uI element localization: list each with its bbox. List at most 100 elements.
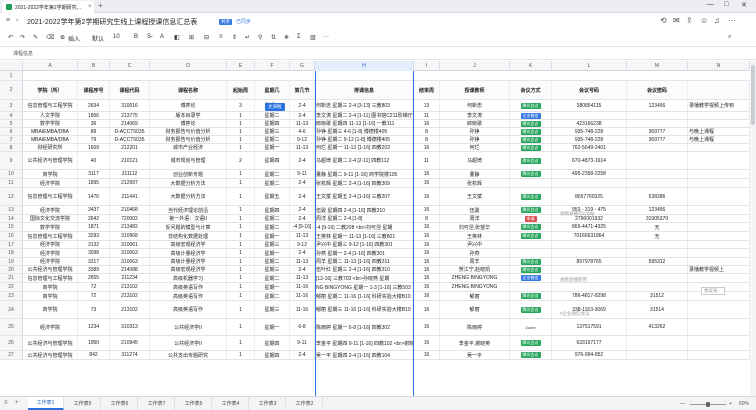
- cell-sched[interactable]: [12-16] 三教703 <br>孙晓燕 星期: [315, 274, 414, 282]
- column-header-d[interactable]: D: [150, 61, 227, 71]
- redo-icon[interactable]: ↷: [20, 34, 25, 41]
- cell-name[interactable]: 当代经济理论前沿: [150, 206, 227, 214]
- cell-start[interactable]: 1: [227, 232, 255, 240]
- cell-day[interactable]: 星期二: [255, 179, 290, 187]
- row-number[interactable]: 14: [0, 215, 23, 222]
- cell-end[interactable]: 16: [414, 351, 440, 359]
- table-row[interactable]: 15 数学学院 1871 213482 反问题的模型与计算 1 星期二 -4 [9-16] -4…: [0, 223, 750, 232]
- column-heading-end-week[interactable]: 结束周: [414, 81, 440, 99]
- cell-teacher[interactable]: 王英林: [440, 232, 510, 240]
- zoom-level[interactable]: 60%: [739, 401, 749, 407]
- cell-name[interactable]: 大数据分析方法: [150, 188, 227, 205]
- cell-teacher[interactable]: 陈雨婷: [440, 319, 510, 335]
- cell-mno[interactable]: 137517591: [552, 319, 627, 335]
- cell-start[interactable]: 3: [227, 100, 255, 111]
- cell-pwd[interactable]: 123456: [627, 206, 688, 214]
- cell-school[interactable]: MBA/EMBA/DBA: [23, 136, 78, 143]
- cell-teacher[interactable]: 郁丽: [440, 292, 510, 300]
- column-heading-course-no[interactable]: 课程序号: [78, 81, 110, 99]
- cell-rmk[interactable]: [688, 301, 750, 318]
- cell-period[interactable]: 9-12: [290, 241, 315, 248]
- cell-plat[interactable]: 企业微信: [510, 274, 552, 282]
- undo-icon[interactable]: ↶: [8, 34, 13, 41]
- cell-start[interactable]: 1: [227, 249, 255, 257]
- chart-icon[interactable]: ▥: [310, 34, 316, 41]
- cell-end[interactable]: 8: [414, 136, 440, 143]
- cell-pwd[interactable]: [627, 336, 688, 350]
- row-number[interactable]: 27: [0, 351, 23, 359]
- zoom-slider-handle[interactable]: [706, 402, 710, 407]
- cell-start[interactable]: 1: [227, 170, 255, 178]
- freeze-icon[interactable]: ❄: [284, 34, 289, 41]
- cell-no[interactable]: 73: [78, 301, 110, 318]
- cell-day[interactable]: 星期一: [255, 144, 290, 151]
- cell-plat[interactable]: 腾讯会议: [510, 206, 552, 214]
- cell-end[interactable]: 16: [414, 232, 440, 240]
- cell-school[interactable]: 商学院: [23, 292, 78, 300]
- font-size-select[interactable]: 10: [113, 34, 120, 40]
- sheet-tab[interactable]: 工作表4: [213, 397, 249, 410]
- cell-mno[interactable]: [552, 112, 627, 119]
- cell-mno[interactable]: 869-4471-4325: [552, 223, 627, 231]
- cell-start[interactable]: 1: [227, 283, 255, 291]
- cell-rmk[interactable]: [688, 170, 750, 178]
- cell-mno[interactable]: 762-5649-2401: [552, 144, 627, 151]
- cell-day[interactable]: 星期二: [255, 215, 290, 222]
- cell-school[interactable]: 经济学院: [23, 206, 78, 214]
- cell-teacher[interactable]: 李文涛: [440, 112, 510, 119]
- cell-pwd[interactable]: [627, 249, 688, 257]
- cell-school[interactable]: 商学院: [23, 170, 78, 178]
- cell-code[interactable]: 310968: [110, 232, 150, 240]
- cell-sched[interactable]: 张杭辉 星期二 2-4 [1-16] 四教309: [315, 179, 414, 187]
- cell-school[interactable]: 人文学院: [23, 112, 78, 119]
- cell-school[interactable]: 信息管理与工程学院: [23, 232, 78, 240]
- column-heading-remark[interactable]: [688, 81, 750, 99]
- sheet-tab[interactable]: 工作表1: [28, 397, 64, 410]
- cell-code[interactable]: 211441: [110, 188, 150, 205]
- cell-mno[interactable]: 423166238: [552, 120, 627, 127]
- cell-day[interactable]: 星期三: [255, 128, 290, 135]
- cell-start[interactable]: 1: [227, 120, 255, 127]
- cell-pwd[interactable]: [627, 351, 688, 359]
- cell-code[interactable]: 213102: [110, 292, 150, 300]
- cell-pwd[interactable]: 123456: [627, 100, 688, 111]
- cell-day[interactable]: 星期一: [255, 249, 290, 257]
- cell-plat[interactable]: 申请: [510, 215, 552, 222]
- cell-end[interactable]: 16: [414, 179, 440, 187]
- cell-teacher[interactable]: 孙铮: [440, 128, 510, 135]
- cell-rmk[interactable]: 录播教学视频上: [688, 266, 750, 273]
- cell-name[interactable]: 高级计量经济学: [150, 249, 227, 257]
- column-header-j[interactable]: J: [440, 61, 510, 71]
- row-number[interactable]: 24: [0, 301, 23, 318]
- document-tab[interactable]: 2021-2022学年第2学期研究... ×: [2, 1, 94, 13]
- cell-end[interactable]: 8: [414, 128, 440, 135]
- scrollbar-thumb[interactable]: [751, 65, 755, 125]
- cell-period[interactable]: 2-4: [290, 266, 315, 273]
- cell-end[interactable]: 16: [414, 274, 440, 282]
- cell-pwd[interactable]: [627, 170, 688, 178]
- cell-pwd[interactable]: 413262: [627, 319, 688, 335]
- cell-end[interactable]: 16: [414, 206, 440, 214]
- vertical-scrollbar[interactable]: [750, 61, 756, 396]
- cell-teacher[interactable]: 马超琦: [440, 152, 510, 169]
- cell-plat[interactable]: 腾讯会议: [510, 336, 552, 350]
- cell-sched[interactable]: 吴一平 星期四 2-4 [1-16] 四教104: [315, 351, 414, 359]
- cell-start[interactable]: 1: [227, 351, 255, 359]
- table-row[interactable]: 25 经济学院 1234 310313 公共经济学II 1 星期一 6-8 陈雨婷 星期一 6-…: [0, 319, 750, 336]
- cell-mno[interactable]: 897978765: [552, 258, 627, 265]
- cell-name[interactable]: 高级英语写作: [150, 301, 227, 318]
- cell-end[interactable]: 16: [414, 266, 440, 273]
- cell-name[interactable]: 非结构化数据处理: [150, 232, 227, 240]
- cell-name[interactable]: 博弈论: [150, 120, 227, 127]
- table-row[interactable]: 5 数学学院 36 214069 博弈论 1 星期四 11-13 郎晓歌 星期四 11-13 […: [0, 120, 750, 128]
- minimize-button[interactable]: —: [707, 1, 714, 8]
- cell-name[interactable]: 高级英语写作: [150, 283, 227, 291]
- row-number[interactable]: 7: [0, 136, 23, 143]
- toolbar-more-button[interactable]: ···: [323, 34, 329, 40]
- column-heading-schedule[interactable]: 排课信息: [315, 81, 414, 99]
- cell-day[interactable]: 星期一: [255, 232, 290, 240]
- menu-icon[interactable]: ≡: [6, 17, 10, 24]
- cell-no[interactable]: 842: [78, 351, 110, 359]
- cell-school[interactable]: 经济学院: [23, 319, 78, 335]
- cell-start[interactable]: 1: [227, 215, 255, 222]
